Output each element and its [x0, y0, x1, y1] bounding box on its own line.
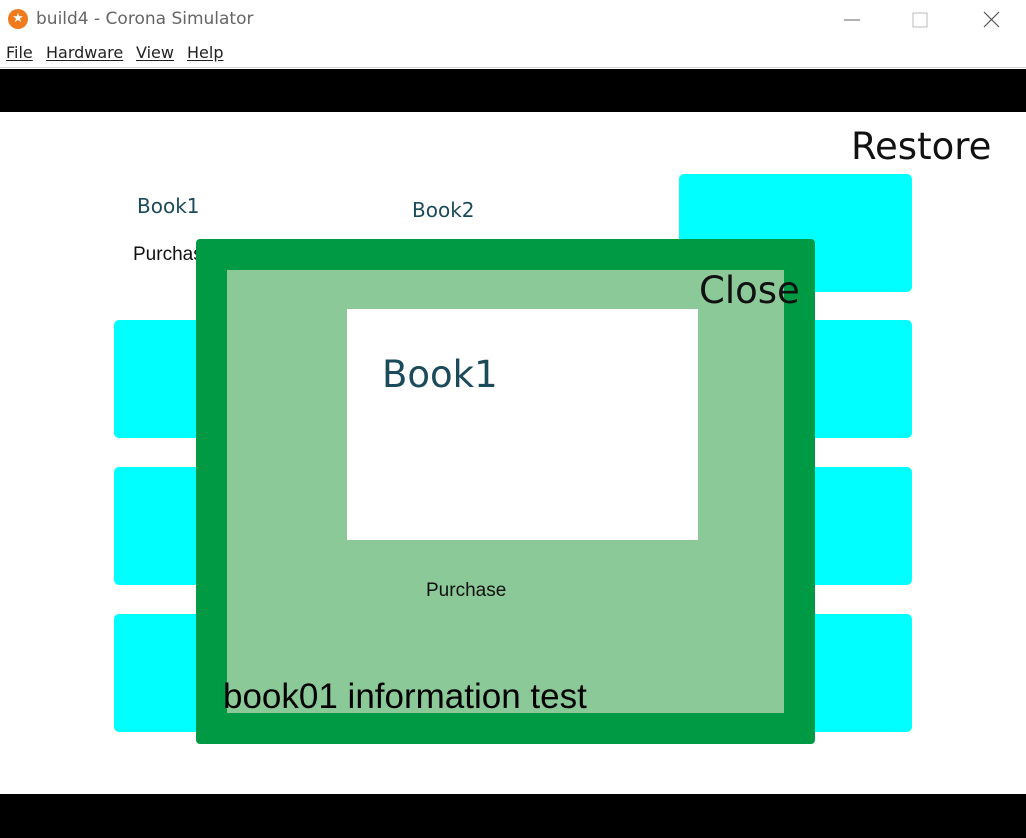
maximize-icon	[912, 12, 928, 28]
maximize-button[interactable]	[906, 6, 934, 34]
corona-app-icon: ★	[8, 9, 28, 29]
window-titlebar: ★ build4 - Corona Simulator	[0, 0, 1026, 40]
menu-help[interactable]: Help	[187, 43, 223, 62]
menu-hardware[interactable]: Hardware	[46, 43, 123, 62]
device-top-bar	[0, 69, 1026, 112]
book1-label: Book1	[137, 194, 200, 218]
device-bottom-bar	[0, 794, 1026, 838]
modal-book-title: Book1	[382, 353, 498, 396]
menu-file[interactable]: File	[6, 43, 33, 62]
menu-bar: File Hardware View Help	[0, 40, 1026, 68]
modal-info-text: book01 information test	[223, 677, 587, 716]
modal-purchase-button[interactable]: Purchase	[426, 580, 506, 602]
book-info-modal: Close Book1 Purchase book01 information …	[196, 239, 815, 744]
modal-close-button[interactable]: Close	[699, 269, 800, 312]
menu-view[interactable]: View	[136, 43, 174, 62]
window-title: build4 - Corona Simulator	[36, 9, 254, 29]
purchase-button[interactable]: Purchas	[133, 244, 203, 266]
close-window-button[interactable]	[978, 6, 1006, 34]
minimize-button[interactable]	[838, 6, 866, 34]
close-icon	[983, 11, 1000, 28]
restore-button[interactable]: Restore	[851, 125, 991, 168]
minimize-icon	[844, 19, 860, 21]
book2-label: Book2	[412, 198, 475, 222]
book-cover-area	[347, 309, 698, 540]
